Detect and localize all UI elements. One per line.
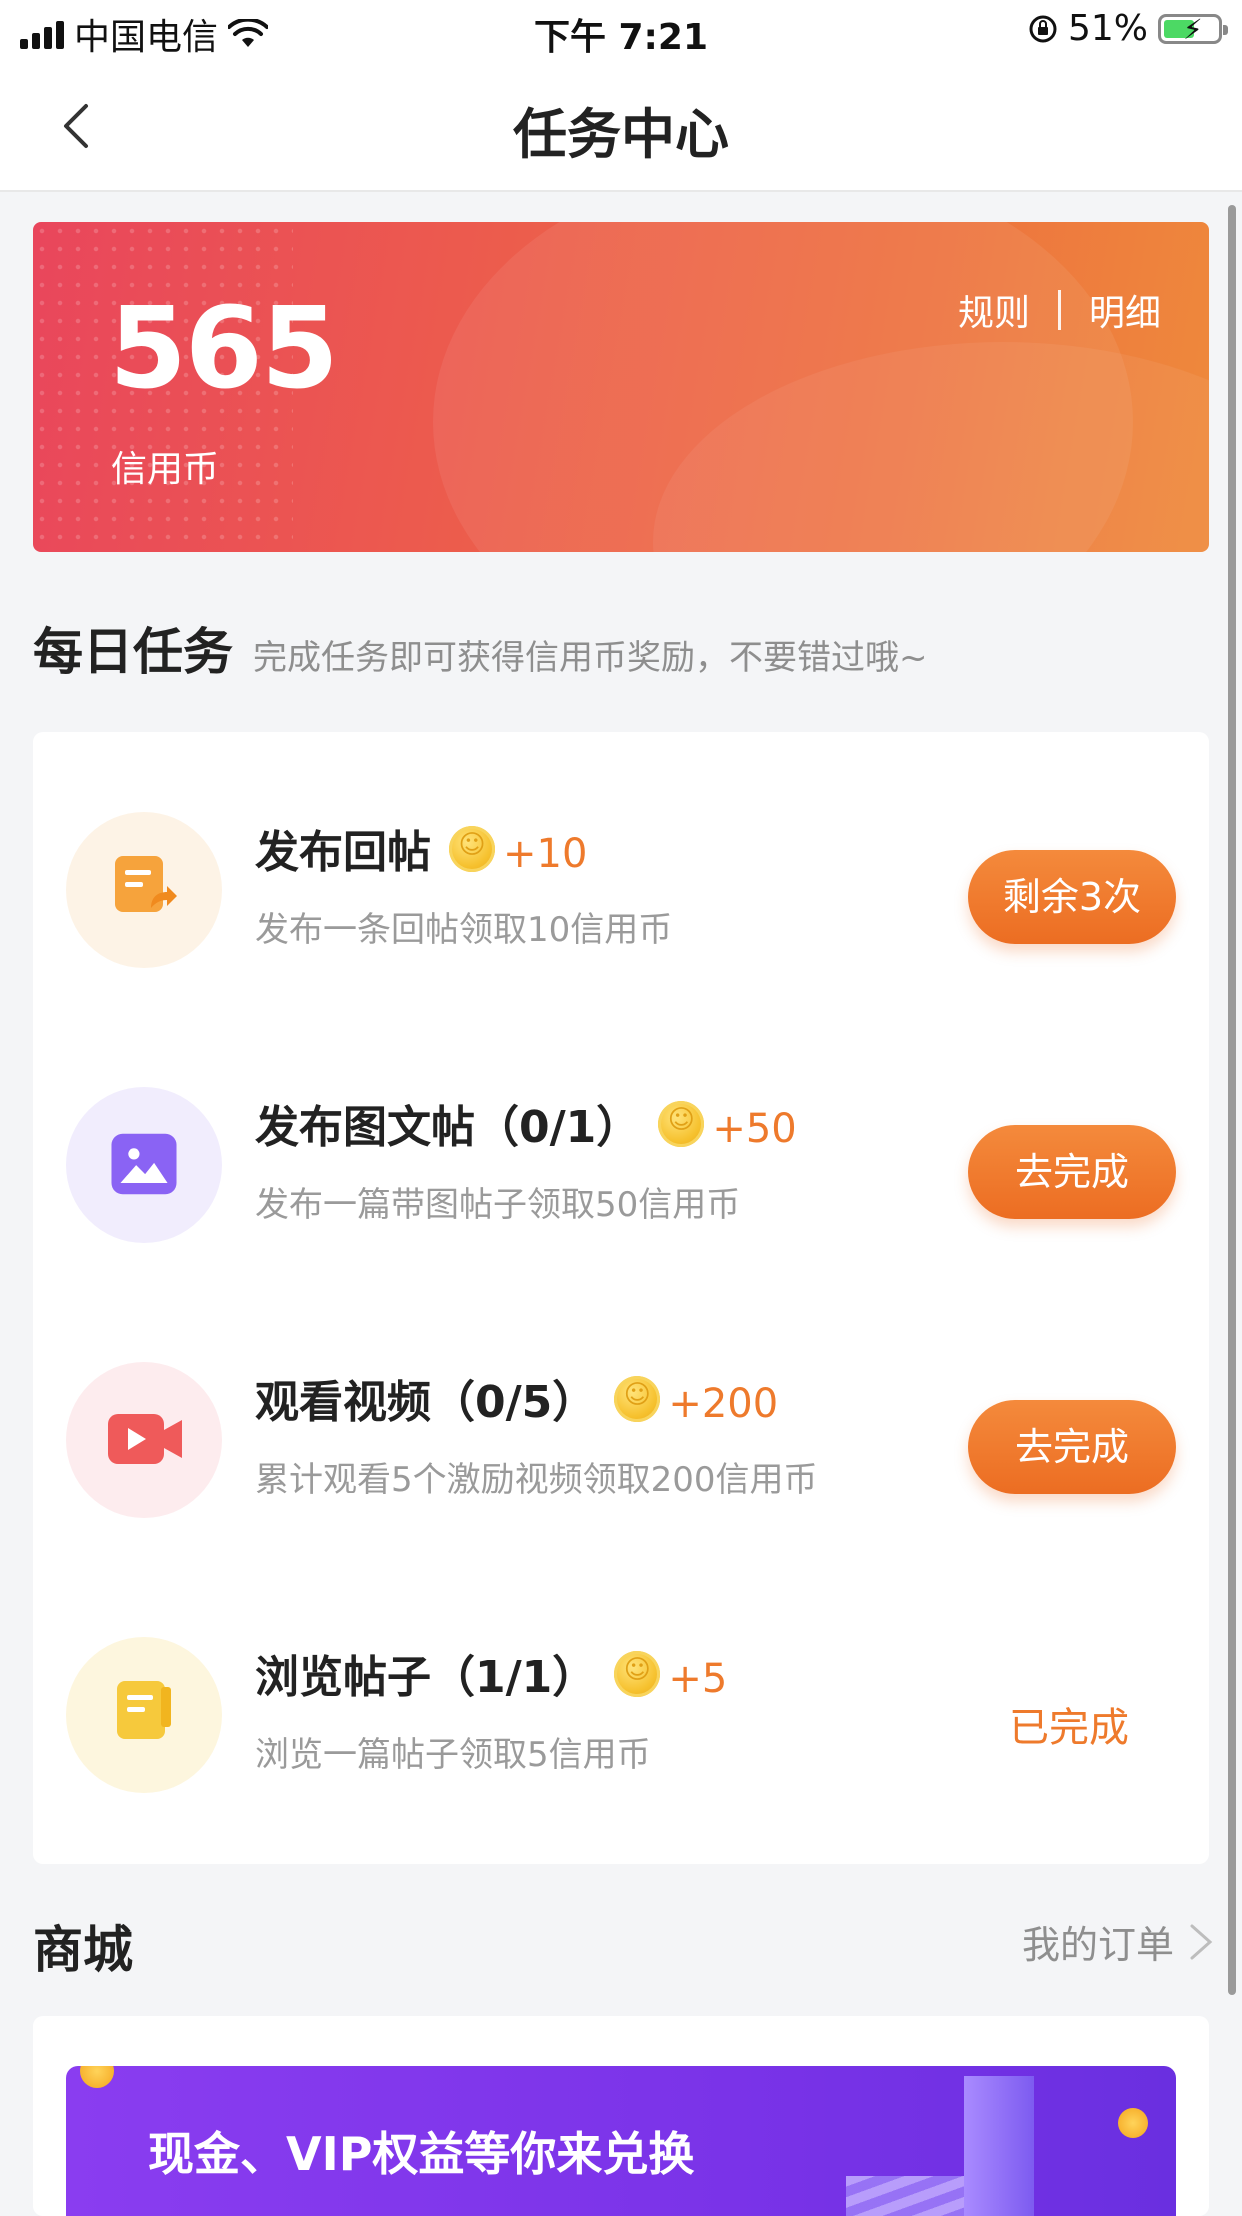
- remaining-times-button[interactable]: 剩余3次: [968, 850, 1176, 944]
- task-icon-bg: [66, 1087, 222, 1243]
- task-item: 观看视频（0/5） +200 累计观看5个激励视频领取200信用币 去完成: [33, 1332, 1209, 1532]
- rules-link[interactable]: 规则: [958, 284, 1030, 336]
- task-reward: +5: [668, 1656, 728, 1702]
- tower-illustration: [964, 2076, 1034, 2216]
- task-description: 累计观看5个激励视频领取200信用币: [255, 1460, 818, 1500]
- coin-icon: [614, 1376, 661, 1422]
- task-icon-bg: [66, 812, 222, 968]
- shop-title: 商城: [33, 1921, 133, 1979]
- exchange-banner[interactable]: 现金、VIP权益等你来兑换: [66, 2066, 1176, 2216]
- link-divider: [1057, 290, 1061, 330]
- page-title: 任务中心: [513, 103, 729, 166]
- task-item: 发布回帖 +10 发布一条回帖领取10信用币 剩余3次: [33, 782, 1209, 982]
- chevron-right-icon: [1190, 1924, 1213, 1959]
- coin-icon: [614, 1651, 661, 1697]
- stairs-illustration: [846, 2176, 966, 2216]
- task-description: 发布一篇带图帖子领取50信用币: [255, 1185, 741, 1225]
- coin-icon: [658, 1101, 705, 1147]
- completed-status: 已完成: [1009, 1705, 1129, 1751]
- task-title: 发布回帖 +10: [255, 816, 587, 880]
- my-orders-label: 我的订单: [1021, 1923, 1174, 1967]
- section-title: 每日任务: [33, 623, 233, 681]
- status-right: 51% ⚡: [1028, 8, 1228, 49]
- task-reward: +10: [503, 831, 588, 877]
- orientation-lock-icon: [1029, 15, 1057, 42]
- go-complete-button[interactable]: 去完成: [968, 1125, 1176, 1219]
- banner-text: 现金、VIP权益等你来兑换: [148, 2127, 695, 2181]
- battery-icon: ⚡: [1158, 13, 1228, 46]
- image-post-icon: [111, 1133, 177, 1195]
- coin-orb-decoration: [80, 2066, 114, 2088]
- task-icon-bg: [66, 1637, 222, 1793]
- task-title-text: 发布回帖: [255, 827, 431, 878]
- task-description: 发布一条回帖领取10信用币: [255, 910, 673, 950]
- nav-bar: 任务中心: [0, 62, 1242, 192]
- task-title-text: 发布图文帖（0/1）: [255, 1102, 641, 1153]
- card-links: 规则 明细: [958, 284, 1161, 336]
- task-item: 发布图文帖（0/1） +50 发布一篇带图帖子领取50信用币 去完成: [33, 1057, 1209, 1257]
- task-title-text: 观看视频（0/5）: [255, 1377, 597, 1428]
- battery-percent: 51%: [1067, 8, 1148, 49]
- status-bar: 中国电信 下午 7:21 51% ⚡: [0, 0, 1242, 62]
- task-list: 发布回帖 +10 发布一条回帖领取10信用币 剩余3次 发布图文帖（0/1） +50…: [33, 732, 1209, 1864]
- task-title: 观看视频（0/5） +200: [255, 1366, 778, 1430]
- task-reward: +50: [712, 1106, 797, 1152]
- reply-post-icon: [115, 856, 177, 912]
- credit-amount: 565: [109, 284, 339, 414]
- go-complete-button[interactable]: 去完成: [968, 1400, 1176, 1494]
- task-description: 浏览一篇帖子领取5信用币: [255, 1735, 651, 1775]
- task-title: 浏览帖子（1/1） +5: [255, 1641, 727, 1705]
- task-icon-bg: [66, 1362, 222, 1518]
- credit-card: 565 信用币 规则 明细: [33, 222, 1209, 552]
- credit-unit: 信用币: [111, 449, 220, 490]
- coin-icon: [449, 826, 495, 872]
- detail-link[interactable]: 明细: [1089, 284, 1161, 336]
- my-orders-link[interactable]: 我的订单: [1022, 1914, 1214, 1969]
- shop-panel: 现金、VIP权益等你来兑换: [33, 2016, 1209, 2216]
- scrollbar[interactable]: [1228, 205, 1236, 1995]
- section-subtitle: 完成任务即可获得信用币奖励，不要错过哦~: [253, 638, 928, 678]
- task-title: 发布图文帖（0/1） +50: [255, 1091, 797, 1155]
- task-title-text: 浏览帖子（1/1）: [255, 1652, 597, 1703]
- browse-post-icon: [117, 1681, 171, 1739]
- task-reward: +200: [668, 1381, 779, 1427]
- task-item: 浏览帖子（1/1） +5 浏览一篇帖子领取5信用币 已完成: [33, 1607, 1209, 1807]
- daily-tasks-header: 每日任务 完成任务即可获得信用币奖励，不要错过哦~: [33, 612, 928, 684]
- coin-orb-decoration: [1118, 2108, 1148, 2138]
- video-icon: [108, 1414, 182, 1464]
